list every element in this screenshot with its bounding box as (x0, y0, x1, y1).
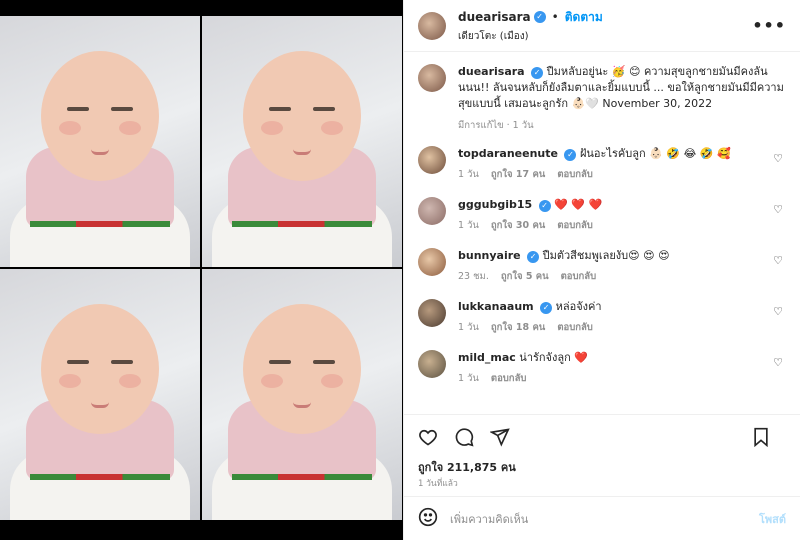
comment-like-heart-icon[interactable]: ♡ (770, 299, 786, 318)
verified-icon: ✓ (564, 149, 577, 161)
caption: duearisara ✓ ปืมหลับอยู่นะ 🥳 😊 ความสุขลู… (418, 64, 786, 134)
comment-time[interactable]: 1 วัน (458, 371, 479, 386)
post-media[interactable] (0, 0, 403, 540)
edited-label: มีการแก้ไข (458, 120, 504, 131)
author-username[interactable]: duearisara (458, 10, 531, 24)
comment-icon[interactable] (454, 427, 474, 447)
comment-avatar[interactable] (418, 197, 446, 225)
verified-icon: ✓ (531, 67, 544, 79)
comment-time[interactable]: 1 วัน (458, 218, 479, 233)
comment-avatar[interactable] (418, 248, 446, 276)
author-avatar[interactable] (418, 11, 446, 40)
caption-username[interactable]: duearisara (458, 65, 525, 78)
comment-text: หล่อจังค่า (555, 300, 602, 313)
reply-button[interactable]: ตอบกลับ (557, 320, 593, 335)
comment-like-heart-icon[interactable]: ♡ (770, 248, 786, 267)
post-time[interactable]: 1 วันที่แล้ว (404, 476, 800, 496)
comment-like-heart-icon[interactable]: ♡ (770, 146, 786, 165)
comment-likes[interactable]: ถูกใจ 18 คน (491, 320, 545, 335)
post-header: duearisara ✓ • ติดตาม เดียวโตะ (เมือง) •… (404, 0, 800, 52)
comment-likes[interactable]: ถูกใจ 5 คน (501, 269, 549, 284)
comment-item: gggubgib15 ✓ ❤️ ❤️ ❤️ 1 วัน ถูกใจ 30 คน … (418, 197, 786, 233)
comment-likes[interactable]: ถูกใจ 17 คน (491, 167, 545, 182)
action-bar (404, 414, 800, 458)
comment-username[interactable]: topdaraneenute (458, 147, 558, 160)
comments-list[interactable]: duearisara ✓ ปืมหลับอยู่นะ 🥳 😊 ความสุขลู… (404, 52, 800, 414)
baby-photo-1 (0, 16, 200, 267)
comment-item: lukkanaaum ✓ หล่อจังค่า 1 วัน ถูกใจ 18 ค… (418, 299, 786, 335)
baby-photo-4 (202, 269, 402, 520)
comment-avatar[interactable] (418, 350, 446, 378)
comment-text: น่ารักจังลูก ❤️ (519, 351, 588, 364)
follow-button[interactable]: ติดตาม (565, 8, 603, 27)
separator-dot: • (551, 10, 559, 24)
photo-collage (0, 16, 402, 520)
comment-like-heart-icon[interactable]: ♡ (770, 350, 786, 369)
post-comment-button[interactable]: โพสต์ (759, 510, 786, 528)
reply-button[interactable]: ตอบกลับ (557, 167, 593, 182)
post-sidebar: duearisara ✓ • ติดตาม เดียวโตะ (เมือง) •… (403, 0, 800, 540)
reply-button[interactable]: ตอบกลับ (491, 371, 527, 386)
comment-username[interactable]: mild_mac (458, 351, 516, 364)
comment-text: ❤️ ❤️ ❤️ (554, 198, 603, 211)
caption-avatar[interactable] (418, 64, 446, 92)
comment-text: ฝันอะไรคับลูก 👶🏻 🤣 😂 🤣 🥰 (579, 147, 731, 160)
baby-photo-3 (0, 269, 200, 520)
comment-likes[interactable]: ถูกใจ 30 คน (491, 218, 545, 233)
comment-time[interactable]: 1 วัน (458, 320, 479, 335)
comment-avatar[interactable] (418, 299, 446, 327)
more-options-icon[interactable]: ••• (752, 16, 786, 35)
location-link[interactable]: เดียวโตะ (เมือง) (458, 29, 752, 44)
comment-input[interactable]: เพิ่มความคิดเห็น (450, 510, 759, 528)
post-modal: duearisara ✓ • ติดตาม เดียวโตะ (เมือง) •… (0, 0, 800, 540)
comment-time[interactable]: 1 วัน (458, 167, 479, 182)
comment-username[interactable]: lukkanaaum (458, 300, 534, 313)
send-icon[interactable] (490, 427, 510, 447)
comment-username[interactable]: gggubgib15 (458, 198, 532, 211)
comment-time[interactable]: 23 ชม. (458, 269, 489, 284)
reply-button[interactable]: ตอบกลับ (561, 269, 597, 284)
verified-icon: ✓ (527, 251, 540, 263)
comment-like-heart-icon[interactable]: ♡ (770, 197, 786, 216)
add-comment-bar: เพิ่มความคิดเห็น โพสต์ (404, 496, 800, 540)
comment-item: bunnyaire ✓ ปืมตัวสีชมพูเลยงับ😍 😍 😍 23 ช… (418, 248, 786, 284)
verified-icon: ✓ (538, 200, 551, 212)
comment-username[interactable]: bunnyaire (458, 249, 521, 262)
likes-count[interactable]: ถูกใจ 211,875 คน (404, 458, 800, 476)
comment-avatar[interactable] (418, 146, 446, 174)
caption-time[interactable]: 1 วัน (513, 120, 534, 131)
emoji-icon[interactable] (418, 507, 438, 530)
comment-item: mild_mac น่ารักจังลูก ❤️ 1 วัน ตอบกลับ ♡ (418, 350, 786, 386)
verified-icon: ✓ (533, 11, 546, 23)
verified-icon: ✓ (540, 302, 553, 314)
reply-button[interactable]: ตอบกลับ (557, 218, 593, 233)
bookmark-icon[interactable] (752, 427, 770, 447)
heart-icon[interactable] (418, 427, 438, 447)
comment-text: ปืมตัวสีชมพูเลยงับ😍 😍 😍 (542, 249, 670, 262)
baby-photo-2 (202, 16, 402, 267)
comment-item: topdaraneenute ✓ ฝันอะไรคับลูก 👶🏻 🤣 😂 🤣 … (418, 146, 786, 182)
